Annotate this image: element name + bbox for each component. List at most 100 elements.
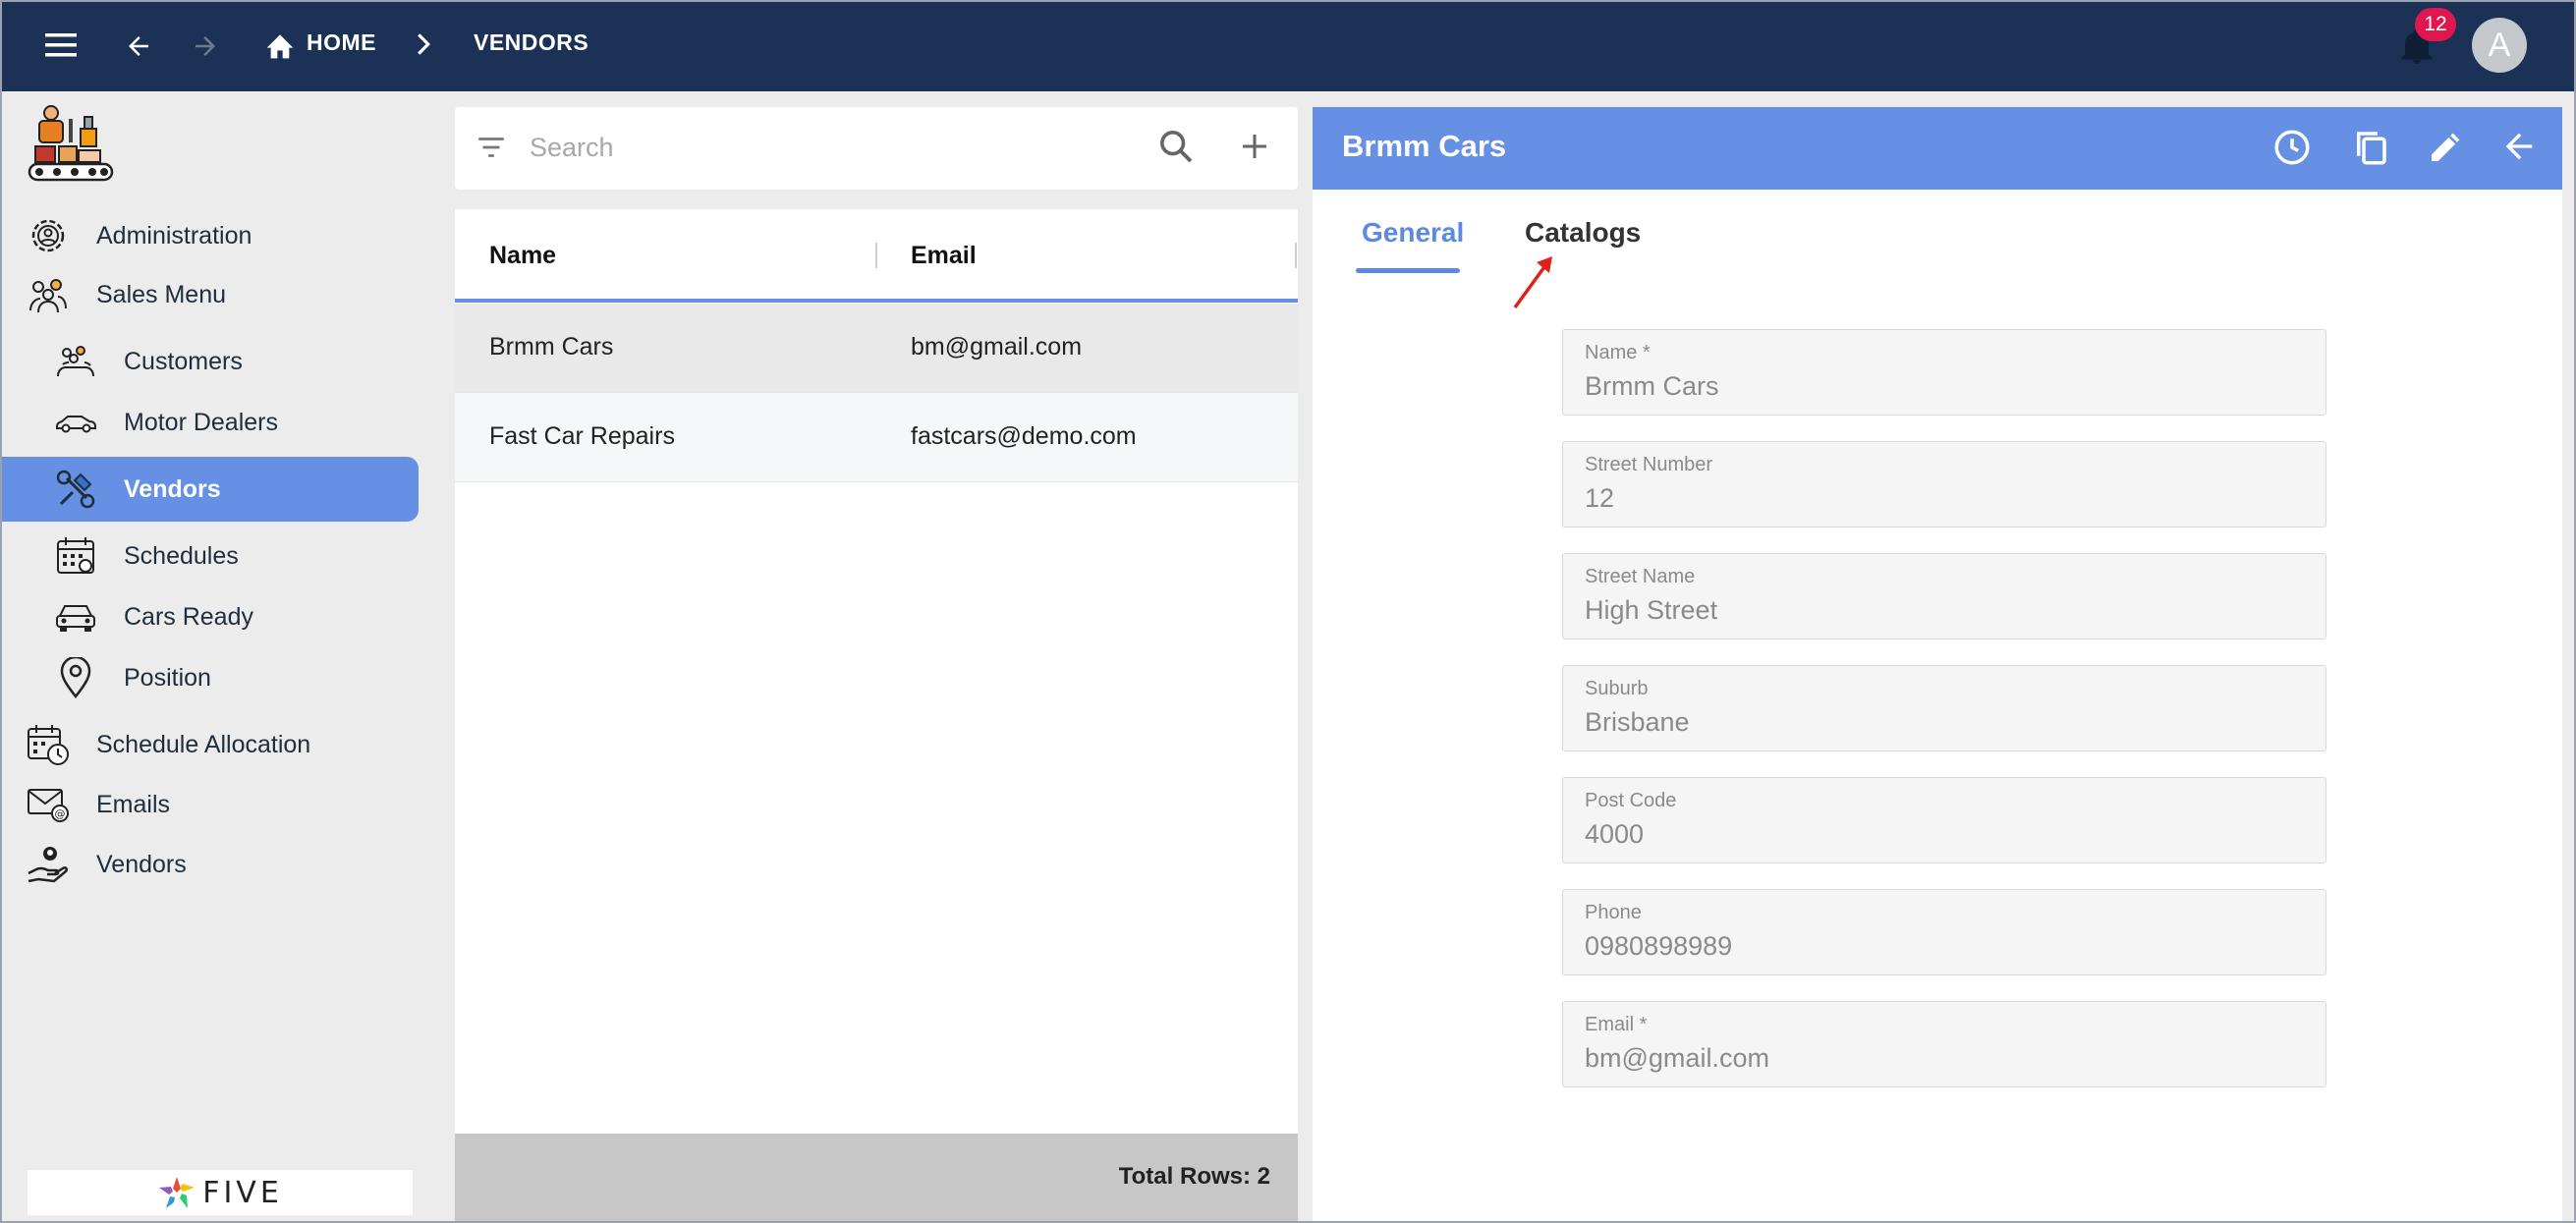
car-front-icon <box>53 594 98 639</box>
field-value: bm@gmail.com <box>1585 1043 1769 1073</box>
calendar-icon <box>53 533 98 579</box>
sidebar-item-label: Schedule Allocation <box>96 730 311 758</box>
total-rows: Total Rows: 2 <box>1118 1163 1270 1190</box>
app-logo-icon <box>26 103 116 190</box>
edit-pencil-icon[interactable] <box>2427 127 2470 170</box>
vendor-tools-icon <box>53 467 98 512</box>
form-header: Brmm Cars <box>1313 107 2562 190</box>
column-divider[interactable] <box>875 243 877 268</box>
field-label: Post Code <box>1585 790 1677 811</box>
add-icon[interactable] <box>1237 129 1276 168</box>
calendar-clock-icon <box>26 722 71 767</box>
annotation-arrow-icon <box>1513 256 1552 309</box>
sidebar-item-vendors[interactable]: Vendors <box>0 457 419 522</box>
cell-name: Brmm Cars <box>489 333 614 361</box>
table-row[interactable]: Fast Car Repairs fastcars@demo.com <box>455 393 1298 482</box>
field-label: Email * <box>1585 1014 1648 1035</box>
sidebar-item-schedules[interactable]: Schedules <box>0 524 419 588</box>
sidebar-item-label: Vendors <box>124 474 221 503</box>
field-label: Suburb <box>1585 678 1649 699</box>
name-field[interactable]: Name * Brmm Cars <box>1562 329 2326 416</box>
field-label: Street Name <box>1585 566 1696 587</box>
sidebar-item-label: Cars Ready <box>124 602 253 631</box>
search-icon[interactable] <box>1156 127 1200 170</box>
cell-name: Fast Car Repairs <box>489 422 675 450</box>
vendor-list: Name Email Brmm Cars bm@gmail.com Fast C… <box>455 209 1298 1223</box>
search-input[interactable]: Search <box>530 133 614 163</box>
home-icon[interactable] <box>261 28 299 63</box>
column-header-email[interactable]: Email <box>911 242 977 270</box>
sidebar-item-label: Schedules <box>124 541 239 570</box>
tab-catalogs[interactable]: Catalogs <box>1525 217 1641 249</box>
field-label: Name * <box>1585 342 1651 363</box>
sidebar-item-label: Customers <box>124 347 243 375</box>
street-name-field[interactable]: Street Name High Street <box>1562 553 2326 639</box>
field-value: Brmm Cars <box>1585 371 1719 401</box>
top-bar: HOME VENDORS 12 A <box>0 0 2576 91</box>
breadcrumb-current: VENDORS <box>474 29 589 55</box>
map-pin-icon <box>53 655 98 700</box>
administration-gear-icon <box>26 213 71 258</box>
phone-field[interactable]: Phone 0980898989 <box>1562 889 2326 975</box>
sidebar-item-sales-menu[interactable]: Sales Menu <box>0 262 419 327</box>
field-value: 0980898989 <box>1585 931 1733 961</box>
filter-icon[interactable] <box>475 131 510 166</box>
sidebar-item-label: Sales Menu <box>96 280 227 308</box>
post-code-field[interactable]: Post Code 4000 <box>1562 777 2326 863</box>
sidebar-item-cars-ready[interactable]: Cars Ready <box>0 584 419 649</box>
field-value: 12 <box>1585 483 1615 513</box>
history-clock-icon[interactable] <box>2271 127 2315 170</box>
column-divider[interactable] <box>1295 243 1297 268</box>
five-star-icon <box>159 1177 196 1208</box>
table-row[interactable]: Brmm Cars bm@gmail.com <box>455 304 1298 393</box>
five-logo-text: FIVE <box>202 1175 283 1210</box>
sidebar-item-label: Position <box>124 663 211 692</box>
notification-badge[interactable]: 12 <box>2415 8 2456 41</box>
avatar[interactable]: A <box>2472 18 2527 73</box>
field-value: High Street <box>1585 595 1718 625</box>
chevron-right-icon <box>411 29 436 59</box>
back-arrow-icon[interactable] <box>2499 127 2543 170</box>
search-bar: Search <box>455 107 1298 190</box>
menu-icon[interactable] <box>39 26 83 65</box>
breadcrumb-home[interactable]: HOME <box>307 29 376 56</box>
svg-text:@: @ <box>55 807 66 820</box>
sidebar-item-position[interactable]: Position <box>0 645 419 710</box>
form-title: Brmm Cars <box>1342 129 1507 163</box>
column-header-name[interactable]: Name <box>489 242 556 270</box>
field-label: Street Number <box>1585 454 1713 475</box>
forward-arrow-icon[interactable] <box>183 24 228 69</box>
field-label: Phone <box>1585 902 1642 923</box>
sidebar: Administration Sales Menu Customers Moto… <box>0 91 432 1223</box>
suburb-field[interactable]: Suburb Brisbane <box>1562 665 2326 751</box>
sidebar-item-emails[interactable]: @ Emails <box>0 772 419 837</box>
list-footer: Total Rows: 2 <box>455 1134 1298 1223</box>
customers-icon <box>53 339 98 384</box>
list-header: Name Email <box>455 209 1298 303</box>
email-field[interactable]: Email * bm@gmail.com <box>1562 1001 2326 1087</box>
sidebar-item-label: Emails <box>96 790 171 818</box>
group-people-icon <box>26 272 71 317</box>
sidebar-item-schedule-allocation[interactable]: Schedule Allocation <box>0 712 419 777</box>
sidebar-item-label: Administration <box>96 221 252 250</box>
record-form: Brmm Cars General Catalogs Name * Brmm C… <box>1313 107 2562 1223</box>
hand-person-icon <box>26 842 71 887</box>
sidebar-item-label: Vendors <box>96 850 187 878</box>
email-at-icon: @ <box>26 782 71 827</box>
cell-email: fastcars@demo.com <box>911 422 1137 450</box>
sidebar-item-administration[interactable]: Administration <box>0 203 419 268</box>
copy-icon[interactable] <box>2350 127 2393 170</box>
five-logo: FIVE <box>28 1170 413 1215</box>
sidebar-item-customers[interactable]: Customers <box>0 329 419 394</box>
field-value: 4000 <box>1585 819 1645 849</box>
field-value: Brisbane <box>1585 707 1690 737</box>
sidebar-item-motor-dealers[interactable]: Motor Dealers <box>0 390 419 455</box>
sidebar-item-vendors-2[interactable]: Vendors <box>0 832 419 897</box>
tab-general[interactable]: General <box>1362 217 1464 249</box>
tab-active-indicator <box>1356 268 1460 273</box>
back-arrow-icon[interactable] <box>116 24 161 69</box>
sidebar-item-label: Motor Dealers <box>124 408 278 436</box>
car-outline-icon <box>53 400 98 445</box>
street-number-field[interactable]: Street Number 12 <box>1562 441 2326 528</box>
cell-email: bm@gmail.com <box>911 333 1083 361</box>
